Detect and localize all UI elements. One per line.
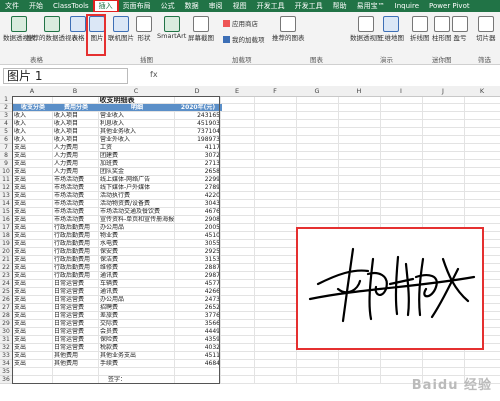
menu-easyuse[interactable]: 易用宝™ [352, 0, 390, 12]
column-header-g[interactable]: G [296, 86, 339, 97]
menu-formulas[interactable]: 公式 [156, 0, 180, 12]
group-label-addins: 加载项 [232, 56, 252, 64]
recommended-charts-icon [280, 16, 297, 32]
signature-picture[interactable] [296, 227, 484, 350]
online-picture-button[interactable]: 联机图片 [108, 16, 134, 42]
column-header-k[interactable]: K [464, 86, 500, 97]
group-label-tables: 表格 [30, 56, 43, 64]
group-label-charts: 图表 [310, 56, 323, 64]
table-icon [70, 16, 86, 32]
smartart-icon [163, 16, 180, 32]
group-label-illustrations: 插图 [140, 56, 153, 64]
slicer-icon [477, 16, 494, 32]
group-label-tours: 演示 [380, 56, 393, 64]
sparkline-winloss-button[interactable]: 盈亏 [452, 16, 468, 42]
recommended-pivot-icon [44, 16, 60, 32]
sparkline-line-button[interactable]: 折线图 [410, 16, 430, 42]
menu-insert[interactable]: 插入 [92, 0, 119, 13]
fx-icon[interactable]: fx [150, 70, 158, 79]
sparkline-column-icon [433, 16, 450, 32]
online-picture-icon [113, 16, 129, 32]
shapes-button[interactable]: 形状 [136, 16, 152, 42]
recommended-charts-button[interactable]: 推荐的图表 [272, 16, 305, 42]
menu-developer[interactable]: 开发工具 [252, 0, 290, 12]
column-header-f[interactable]: F [254, 86, 297, 97]
menu-developer-2[interactable]: 开发工具 [290, 0, 328, 12]
pivot-chart-icon [358, 16, 375, 32]
menu-file[interactable]: 文件 [0, 0, 24, 12]
menu-view[interactable]: 视图 [228, 0, 252, 12]
menu-bar: 文件 开始 ClassTools 插入 页面布局 公式 数据 审阅 视图 开发工… [0, 0, 500, 13]
column-header-i[interactable]: I [380, 86, 423, 97]
signature-image [308, 247, 476, 323]
menu-help[interactable]: 帮助 [328, 0, 352, 12]
column-header-j[interactable]: J [422, 86, 465, 97]
store-icon [223, 19, 230, 27]
formula-bar: 图片 1 fx [0, 65, 500, 87]
ribbon: 数据透视表 推荐的数据透视表 表格 图片 联机图片 形状 SmartArt 屏幕… [0, 12, 500, 65]
picture-button-highlight [86, 14, 106, 56]
watermark: Baidu 经验 [411, 378, 492, 393]
pivot-table-icon [11, 16, 28, 32]
3d-map-button[interactable]: 三维地图 [378, 16, 404, 42]
menu-data[interactable]: 数据 [180, 0, 204, 12]
menu-review[interactable]: 审阅 [204, 0, 228, 12]
table-border [12, 96, 220, 384]
my-addins-button[interactable]: 我的加载项 [223, 34, 265, 44]
menu-home[interactable]: 开始 [24, 0, 48, 12]
group-label-filters: 筛选 [478, 56, 491, 64]
column-header-h[interactable]: H [338, 86, 381, 97]
my-addins-icon [223, 35, 230, 43]
sparkline-line-icon [411, 16, 428, 32]
menu-power-pivot[interactable]: Power Pivot [424, 0, 475, 12]
menu-inquire[interactable]: Inquire [390, 0, 424, 12]
sparkline-winloss-icon [452, 16, 468, 32]
store-button[interactable]: 应用商店 [223, 18, 258, 28]
table-button[interactable]: 表格 [70, 16, 86, 42]
column-header-e[interactable]: E [220, 86, 255, 97]
name-box[interactable]: 图片 1 [3, 68, 128, 84]
worksheet[interactable]: A B C D E F G H I J K 1 2 3 4 5 6 7 8 9 10 11 12 13 14 15 16 17 18 19… [0, 86, 500, 401]
menu-classtools[interactable]: ClassTools [48, 0, 94, 12]
gridline-col [254, 96, 255, 384]
menu-page-layout[interactable]: 页面布局 [118, 0, 156, 12]
smartart-button[interactable]: SmartArt [157, 16, 186, 40]
shapes-icon [136, 16, 152, 32]
3d-map-icon [383, 16, 399, 32]
slicer-button[interactable]: 切片器 [476, 16, 496, 42]
group-label-sparklines: 迷你图 [432, 56, 452, 64]
sparkline-column-button[interactable]: 柱形图 [432, 16, 452, 42]
screenshot-icon [193, 16, 209, 32]
screenshot-button[interactable]: 屏幕截图 [188, 16, 214, 42]
